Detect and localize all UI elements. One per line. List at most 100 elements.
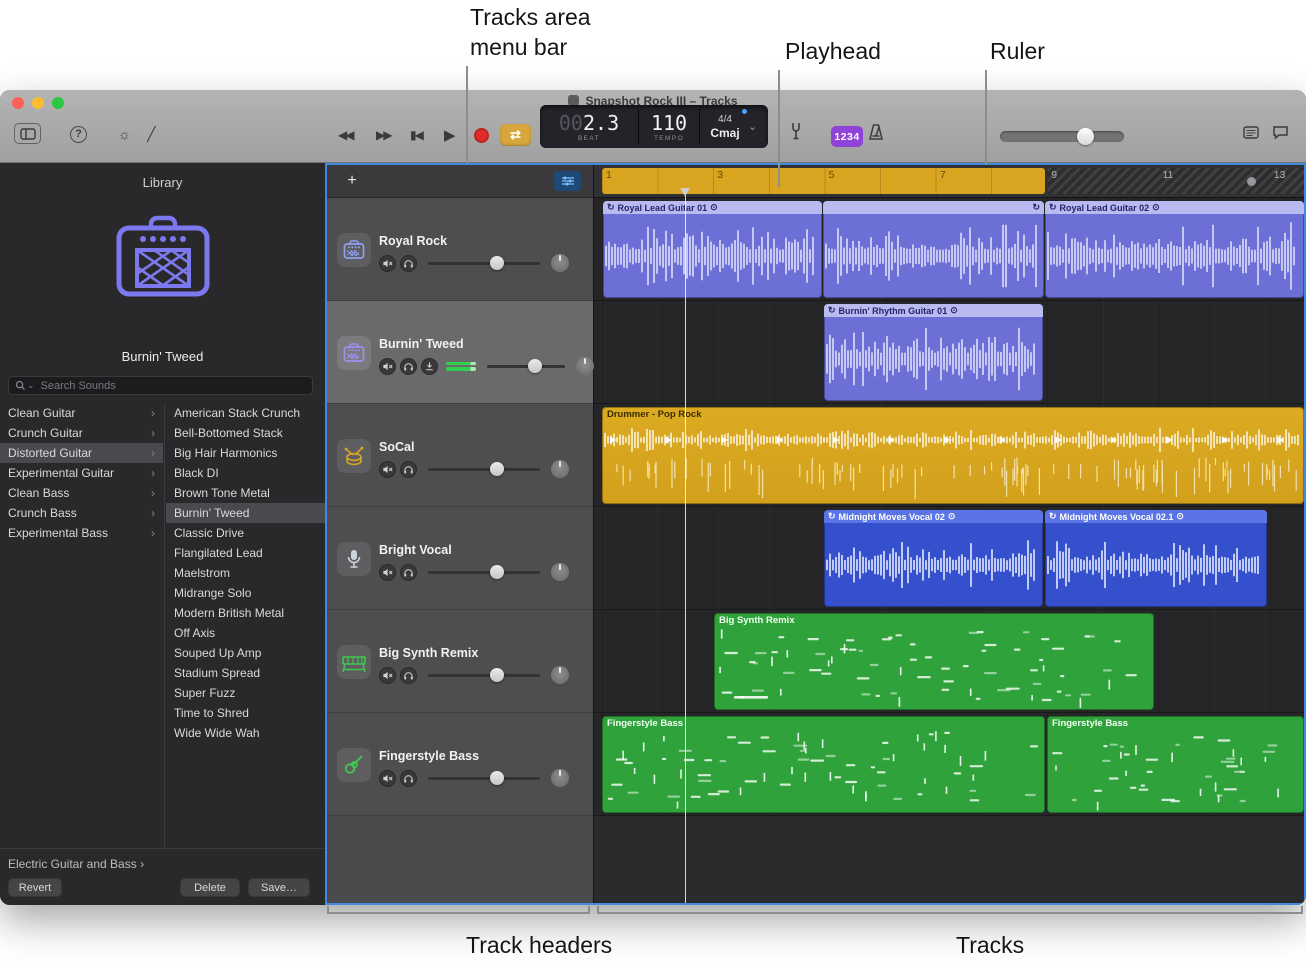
region-big-synth-remix[interactable]: Big Synth Remix [714,613,1154,710]
library-preset-midrange-solo[interactable]: Midrange Solo [166,583,325,603]
library-preset-off-axis[interactable]: Off Axis [166,623,325,643]
ruler[interactable]: 135791113 [594,165,1304,198]
save-button[interactable]: Save… [248,878,310,897]
quick-help-button[interactable]: ? [70,126,87,143]
region-royal-rock-loop[interactable]: ↻ [823,201,1044,298]
region-midnight-moves-vocal-02-1[interactable]: ↻Midnight Moves Vocal 02.1⊙ [1045,510,1267,607]
play-button[interactable]: ▶ [444,126,456,144]
mute-button[interactable] [379,461,396,478]
region-drummer-pop-rock[interactable]: Drummer - Pop Rock [602,407,1304,504]
track-volume-slider[interactable] [428,256,540,270]
track-header-socal[interactable]: SoCal [327,404,593,507]
go-to-beginning-button[interactable]: ▮◀ [410,128,422,142]
library-category-crunch-guitar[interactable]: Crunch Guitar› [0,423,163,443]
editors-button[interactable] [1243,126,1259,139]
region-burnin-rhythm-guitar-01[interactable]: ↻Burnin' Rhythm Guitar 01⊙ [824,304,1043,401]
headphones-button[interactable] [400,358,417,375]
mute-button[interactable] [379,667,396,684]
volume-knob[interactable] [490,565,504,579]
input-button[interactable] [421,358,438,375]
track-header-big-synth-remix[interactable]: Big Synth Remix [327,610,593,713]
volume-knob[interactable] [1077,128,1094,145]
library-preset-big-hair-harmonics[interactable]: Big Hair Harmonics [166,443,325,463]
headphones-button[interactable] [400,564,417,581]
lcd-display[interactable]: 002.3 BEAT 110 TEMPO 4/4 Cmaj ⌄ [540,105,768,148]
region-royal-lead-guitar-02[interactable]: ↻Royal Lead Guitar 02⊙ [1045,201,1304,298]
cycle-button[interactable]: ⇄ [500,124,531,146]
footer-category-link[interactable]: Electric Guitar and Bass › [8,857,144,871]
library-category-experimental-bass[interactable]: Experimental Bass› [0,523,163,543]
volume-knob[interactable] [490,771,504,785]
mute-button[interactable] [379,564,396,581]
quick-help-bubble-button[interactable] [1272,125,1289,140]
library-category-crunch-bass[interactable]: Crunch Bass› [0,503,163,523]
track-header-bright-vocal[interactable]: Bright Vocal [327,507,593,610]
volume-knob[interactable] [490,462,504,476]
library-preset-super-fuzz[interactable]: Super Fuzz [166,683,325,703]
library-preset-wide-wide-wah[interactable]: Wide Wide Wah [166,723,325,743]
headphones-button[interactable] [400,667,417,684]
headphones-button[interactable] [400,770,417,787]
delete-button[interactable]: Delete [180,878,240,897]
pan-knob[interactable] [551,460,569,478]
record-button[interactable] [474,128,489,143]
library-preset-black-di[interactable]: Black DI [166,463,325,483]
track-header-config-button[interactable] [554,171,581,191]
library-preset-stadium-spread[interactable]: Stadium Spread [166,663,325,683]
library-preset-maelstrom[interactable]: Maelstrom [166,563,325,583]
pan-knob[interactable] [551,254,569,272]
brightness-icon[interactable]: ☼ [118,126,131,142]
pan-knob[interactable] [551,769,569,787]
cycle-region[interactable] [602,168,1045,194]
volume-knob[interactable] [490,668,504,682]
headphones-button[interactable] [400,255,417,272]
track-header-burnin-tweed[interactable]: Burnin' Tweed [327,301,593,404]
library-preset-time-to-shred[interactable]: Time to Shred [166,703,325,723]
track-volume-slider[interactable] [428,668,540,682]
track-volume-slider[interactable] [428,565,540,579]
mute-button[interactable] [379,255,396,272]
mute-button[interactable] [379,358,396,375]
track-volume-slider[interactable] [428,771,540,785]
fast-forward-button[interactable]: ▶▶ [376,128,390,142]
count-in-button[interactable]: 1234 [831,126,863,147]
track-header-fingerstyle-bass[interactable]: Fingerstyle Bass [327,713,593,816]
library-preset-brown-tone-metal[interactable]: Brown Tone Metal [166,483,325,503]
track-header-royal-rock[interactable]: Royal Rock [327,198,593,301]
mute-button[interactable] [379,770,396,787]
library-category-clean-guitar[interactable]: Clean Guitar› [0,403,163,423]
track-volume-slider[interactable] [487,359,565,373]
library-preset-american-stack-crunch[interactable]: American Stack Crunch [166,403,325,423]
region-midnight-moves-vocal-02[interactable]: ↻Midnight Moves Vocal 02⊙ [824,510,1043,607]
library-preset-flangilated-lead[interactable]: Flangilated Lead [166,543,325,563]
region-fingerstyle-bass[interactable]: Fingerstyle Bass [602,716,1045,813]
library-toggle-button[interactable] [14,123,41,144]
playhead[interactable] [685,188,686,903]
search-input[interactable] [39,379,306,393]
add-track-button[interactable]: + [341,172,363,190]
pencil-icon[interactable]: ╱ [147,126,155,143]
library-preset-classic-drive[interactable]: Classic Drive [166,523,325,543]
library-preset-souped-up-amp[interactable]: Souped Up Amp [166,643,325,663]
library-preset-bell-bottomed-stack[interactable]: Bell-Bottomed Stack [166,423,325,443]
search-scope-chevron[interactable]: ⌄ [27,380,35,391]
volume-knob[interactable] [490,256,504,270]
library-category-distorted-guitar[interactable]: Distorted Guitar› [0,443,163,463]
rewind-button[interactable]: ◀◀ [338,128,352,142]
headphones-button[interactable] [400,461,417,478]
pan-knob[interactable] [551,563,569,581]
library-category-experimental-guitar[interactable]: Experimental Guitar› [0,463,163,483]
pan-knob[interactable] [576,357,594,375]
revert-button[interactable]: Revert [8,878,62,897]
library-category-clean-bass[interactable]: Clean Bass› [0,483,163,503]
track-volume-slider[interactable] [428,462,540,476]
tuner-button[interactable] [790,121,802,141]
master-volume-slider[interactable] [1000,131,1124,142]
search-field[interactable]: ⌄ [8,376,313,395]
region-fingerstyle-bass[interactable]: Fingerstyle Bass [1047,716,1304,813]
library-preset-burnin-tweed[interactable]: Burnin' Tweed [166,503,325,523]
metronome-button[interactable] [868,123,884,141]
library-preset-modern-british-metal[interactable]: Modern British Metal [166,603,325,623]
pan-knob[interactable] [551,666,569,684]
volume-knob[interactable] [528,359,542,373]
